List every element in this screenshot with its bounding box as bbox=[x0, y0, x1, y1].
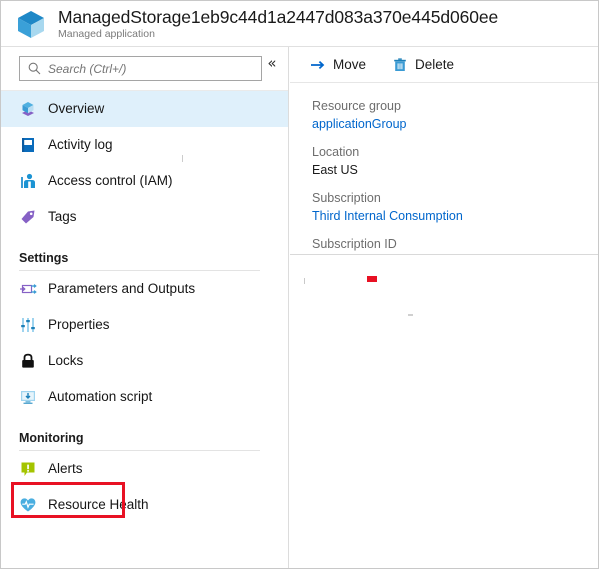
property-value: East US bbox=[312, 163, 358, 177]
tool-label: Delete bbox=[415, 56, 455, 72]
sidebar-search-row: « bbox=[1, 47, 288, 91]
content-lower-pane bbox=[290, 255, 598, 515]
section-heading-monitoring: Monitoring bbox=[19, 431, 84, 445]
move-arrow-icon bbox=[311, 60, 325, 69]
sidebar-item-label: Access control (IAM) bbox=[48, 173, 173, 188]
sidebar-item-label: Resource Health bbox=[48, 497, 149, 512]
sidebar-item-label: Automation script bbox=[48, 389, 153, 404]
sidebar-item-resource-health[interactable]: Resource Health bbox=[1, 487, 288, 523]
parameters-outputs-icon bbox=[20, 284, 37, 294]
render-artifact-mark bbox=[182, 155, 183, 162]
command-toolbar: Move Delete bbox=[290, 47, 598, 83]
search-icon bbox=[28, 62, 41, 75]
header-text-block: ManagedStorage1eb9c44d1a2447d083a370e445… bbox=[58, 7, 498, 41]
collapse-sidebar-button[interactable]: « bbox=[262, 53, 282, 73]
property-resource-group: Resource group applicationGroup bbox=[312, 97, 598, 133]
sidebar-item-label: Overview bbox=[48, 101, 105, 116]
sidebar-item-parameters-and-outputs[interactable]: Parameters and Outputs bbox=[1, 271, 288, 307]
properties-sliders-icon bbox=[21, 318, 35, 332]
sidebar-item-properties[interactable]: Properties bbox=[1, 307, 288, 343]
sidebar: « Overview Activity log bbox=[1, 47, 289, 568]
overview-cube-icon bbox=[22, 102, 34, 116]
section-heading-settings: Settings bbox=[19, 251, 69, 265]
sidebar-item-locks[interactable]: Locks bbox=[1, 343, 288, 379]
property-value-link[interactable]: applicationGroup bbox=[312, 115, 598, 133]
sidebar-item-access-control[interactable]: Access control (IAM) bbox=[1, 163, 288, 199]
render-artifact-mark bbox=[408, 314, 413, 316]
automation-script-monitor-icon bbox=[21, 391, 35, 404]
managed-application-cube-icon bbox=[18, 10, 44, 38]
delete-trash-icon bbox=[394, 57, 406, 71]
property-location: Location East US bbox=[312, 143, 598, 179]
sidebar-item-alerts[interactable]: Alerts bbox=[1, 451, 288, 487]
tag-icon bbox=[21, 210, 35, 224]
resource-health-heart-icon bbox=[20, 498, 36, 512]
property-label: Subscription bbox=[312, 191, 381, 205]
sidebar-item-label: Locks bbox=[48, 353, 84, 368]
sidebar-item-label: Tags bbox=[48, 209, 77, 224]
sidebar-item-label: Parameters and Outputs bbox=[48, 281, 196, 296]
search-input[interactable] bbox=[48, 61, 238, 76]
property-label: Resource group bbox=[312, 99, 401, 113]
resource-properties: Resource group applicationGroup Location… bbox=[290, 83, 598, 264]
blade-header: ManagedStorage1eb9c44d1a2447d083a370e445… bbox=[1, 1, 598, 47]
page-title: ManagedStorage1eb9c44d1a2447d083a370e445… bbox=[58, 6, 499, 27]
azure-portal-blade: ManagedStorage1eb9c44d1a2447d083a370e445… bbox=[0, 0, 599, 569]
move-button[interactable]: Move bbox=[310, 57, 366, 73]
property-label: Subscription ID bbox=[312, 237, 397, 251]
sidebar-item-activity-log[interactable]: Activity log bbox=[1, 127, 288, 163]
property-value-link[interactable]: Third Internal Consumption bbox=[312, 207, 598, 225]
sidebar-item-label: Alerts bbox=[48, 461, 83, 476]
content-pane: Move Delete Resource group applicationGr… bbox=[290, 47, 598, 568]
search-box[interactable] bbox=[19, 56, 262, 81]
tool-label: Move bbox=[333, 56, 367, 72]
sidebar-item-overview[interactable]: Overview bbox=[1, 91, 288, 127]
access-control-person-icon bbox=[21, 173, 35, 188]
property-label: Location bbox=[312, 145, 360, 159]
page-subtitle: Managed application bbox=[58, 27, 155, 40]
lock-icon bbox=[22, 353, 34, 368]
alerts-bell-icon bbox=[21, 462, 35, 476]
property-subscription: Subscription Third Internal Consumption bbox=[312, 189, 598, 225]
render-artifact-red-block bbox=[367, 276, 377, 282]
activity-log-book-icon bbox=[22, 138, 34, 152]
sidebar-item-automation-script[interactable]: Automation script bbox=[1, 379, 288, 415]
sidebar-item-label: Properties bbox=[48, 317, 110, 332]
sidebar-item-label: Activity log bbox=[48, 137, 113, 152]
sidebar-item-tags[interactable]: Tags bbox=[1, 199, 288, 235]
render-artifact-mark bbox=[304, 278, 305, 284]
delete-button[interactable]: Delete bbox=[392, 57, 454, 73]
